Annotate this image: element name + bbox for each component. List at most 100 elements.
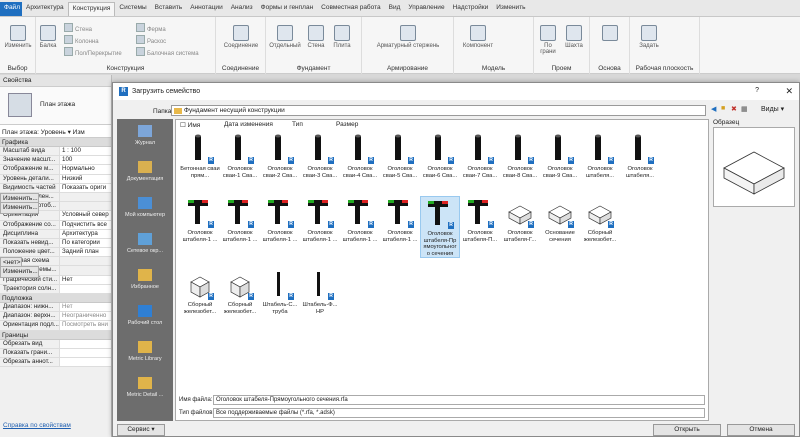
- section-extents[interactable]: Границы: [0, 330, 111, 340]
- family-file-item[interactable]: R Оголовок сваи-8 Сва...: [500, 132, 540, 179]
- property-value[interactable]: Нет: [60, 303, 111, 312]
- col-type[interactable]: Тип: [292, 121, 303, 128]
- place-6[interactable]: Metric Library: [117, 341, 173, 362]
- place-7[interactable]: Metric Detail ...: [117, 377, 173, 398]
- place-5[interactable]: Рабочий стол: [117, 305, 173, 326]
- isolated-foundation-button[interactable]: Отдельный: [268, 25, 302, 49]
- tab-structure[interactable]: Конструкция: [67, 2, 116, 16]
- delete-icon[interactable]: ✖: [731, 105, 737, 113]
- property-edit-button[interactable]: Изменить...: [0, 266, 39, 279]
- property-value[interactable]: Показать ориги: [60, 183, 111, 192]
- family-file-item[interactable]: R Сборный железобет...: [220, 268, 260, 315]
- back-icon[interactable]: ◀: [711, 105, 716, 113]
- property-value[interactable]: 1 : 100: [60, 147, 111, 156]
- family-file-item[interactable]: R Штабель-С... труба: [260, 268, 300, 315]
- up-folder-icon[interactable]: ■: [721, 105, 725, 112]
- property-value[interactable]: Посмотреть вни: [60, 321, 111, 330]
- component-button[interactable]: Компонент: [458, 25, 498, 49]
- col-date[interactable]: Дата изменения: [224, 121, 273, 128]
- filetype-select[interactable]: Все поддерживаемые файлы (*.rfa, *.adsk): [213, 408, 705, 418]
- property-value[interactable]: Условный север: [60, 211, 111, 220]
- tab-analyze[interactable]: Анализ: [227, 2, 257, 16]
- family-file-item[interactable]: R Оголовок сваи-9 Сва...: [540, 132, 580, 179]
- connection-button[interactable]: Соединение: [218, 25, 264, 49]
- filename-input[interactable]: Оголовок штабеля-Прямоугольного сечения.…: [213, 395, 705, 405]
- wall-button[interactable]: Стена: [64, 23, 92, 33]
- cancel-button[interactable]: Отмена: [727, 424, 795, 436]
- beam-system-button[interactable]: Балочная система: [136, 47, 199, 57]
- by-face-button[interactable]: По грани: [536, 25, 560, 55]
- property-value[interactable]: Нет: [60, 275, 111, 284]
- col-name[interactable]: ☐ Имя: [180, 121, 200, 129]
- family-file-item[interactable]: R Оголовок штабеля-Пр ямоугольног о сечен…: [420, 196, 460, 258]
- level-button[interactable]: [594, 25, 626, 43]
- family-file-item[interactable]: R Оголовок сваи-2 Сва...: [260, 132, 300, 179]
- service-button[interactable]: Сервис ▾: [117, 424, 165, 436]
- close-button[interactable]: ✕: [785, 86, 793, 97]
- property-value[interactable]: 100: [60, 156, 111, 165]
- tab-modify[interactable]: Изменить: [492, 2, 529, 16]
- views-dropdown[interactable]: Виды ▾: [761, 105, 784, 113]
- col-size[interactable]: Размер: [336, 121, 358, 128]
- property-value[interactable]: Подчистить все: [60, 220, 111, 229]
- tab-architecture[interactable]: Архитектура: [22, 2, 68, 16]
- help-button[interactable]: ?: [755, 87, 759, 94]
- family-file-item[interactable]: R Оголовок штабеля-1 ...: [220, 196, 260, 243]
- family-file-item[interactable]: R Оголовок штабеля-П...: [460, 196, 500, 243]
- property-value[interactable]: [60, 284, 111, 293]
- property-value[interactable]: Неограниченно: [60, 312, 111, 321]
- family-file-item[interactable]: R Бетонная сваи прям...: [180, 132, 220, 179]
- type-selector[interactable]: План этажа: Уровень ▾ Изм: [0, 125, 111, 138]
- floor-button[interactable]: Пол/Перекрытие: [64, 47, 122, 57]
- family-file-item[interactable]: R Оголовок штабеля-1 ...: [380, 196, 420, 243]
- column-button[interactable]: Колонна: [64, 35, 99, 45]
- tab-addins[interactable]: Надстройки: [449, 2, 493, 16]
- section-underlay[interactable]: Подложка: [0, 294, 111, 303]
- property-value[interactable]: [60, 357, 111, 367]
- properties-help-link[interactable]: Справка по свойствам: [3, 422, 71, 429]
- modify-button[interactable]: Изменить: [2, 25, 34, 49]
- family-file-item[interactable]: R Штабель-Ф... НР: [300, 268, 340, 315]
- property-value[interactable]: По категории: [60, 238, 111, 248]
- slab-button[interactable]: Плита: [330, 25, 354, 49]
- tab-file[interactable]: Файл: [0, 2, 22, 16]
- family-file-item[interactable]: R Оголовок штабеля-1 ...: [260, 196, 300, 243]
- family-file-item[interactable]: R Оголовок сваи-5 Сва...: [380, 132, 420, 179]
- tab-view[interactable]: Вид: [385, 2, 405, 16]
- property-value[interactable]: Низкий: [60, 174, 111, 183]
- shaft-button[interactable]: Шахта: [562, 25, 586, 49]
- tab-massing[interactable]: Формы и генплан: [257, 2, 318, 16]
- beam-button[interactable]: Балка: [38, 25, 58, 49]
- tab-manage[interactable]: Управление: [404, 2, 448, 16]
- family-file-item[interactable]: R Оголовок сваи-3 Сва...: [300, 132, 340, 179]
- brace-button[interactable]: Раскос: [136, 35, 166, 45]
- set-workplane-button[interactable]: Задать: [634, 25, 664, 49]
- edit-type-button[interactable]: Изм: [73, 129, 85, 136]
- lookin-dropdown[interactable]: Фундамент несущий конструкции: [171, 105, 706, 116]
- rebar-button[interactable]: Арматурный стержень: [366, 25, 450, 49]
- tab-systems[interactable]: Системы: [115, 2, 150, 16]
- open-button[interactable]: Открыть: [653, 424, 721, 436]
- family-file-item[interactable]: R Оголовок сваи-7 Сва...: [460, 132, 500, 179]
- family-file-item[interactable]: R Оголовок сваи-6 Сва...: [420, 132, 460, 179]
- family-file-item[interactable]: R Оголовок штабеля-Г...: [500, 196, 540, 243]
- wall-foundation-button[interactable]: Стена: [304, 25, 328, 49]
- new-folder-icon[interactable]: ▦: [741, 105, 748, 113]
- place-4[interactable]: Избранное: [117, 269, 173, 290]
- family-file-item[interactable]: R Оголовок штабеля...: [580, 132, 620, 179]
- family-file-item[interactable]: R Оголовок сваи-1 Сва...: [220, 132, 260, 179]
- family-file-item[interactable]: R Сборный железобет...: [580, 196, 620, 243]
- family-file-item[interactable]: R Основание сечения: [540, 196, 580, 243]
- family-file-item[interactable]: R Оголовок штабеля-1 ...: [180, 196, 220, 243]
- place-3[interactable]: Сетевое окр...: [117, 233, 173, 254]
- family-file-item[interactable]: R Оголовок сваи-4 Сва...: [340, 132, 380, 179]
- place-2[interactable]: Мой компьютер: [117, 197, 173, 218]
- family-file-item[interactable]: R Оголовок штабеля-1 ...: [340, 196, 380, 243]
- property-value[interactable]: [60, 348, 111, 357]
- section-graphics[interactable]: Графика: [0, 138, 111, 147]
- family-file-item[interactable]: R Оголовок штабеля-1 ...: [300, 196, 340, 243]
- property-value[interactable]: [60, 339, 111, 348]
- property-edit-button[interactable]: Изменить...: [0, 202, 39, 215]
- family-file-item[interactable]: R Оголовок штабеля...: [620, 132, 660, 179]
- family-file-item[interactable]: R Сборный железобет...: [180, 268, 220, 315]
